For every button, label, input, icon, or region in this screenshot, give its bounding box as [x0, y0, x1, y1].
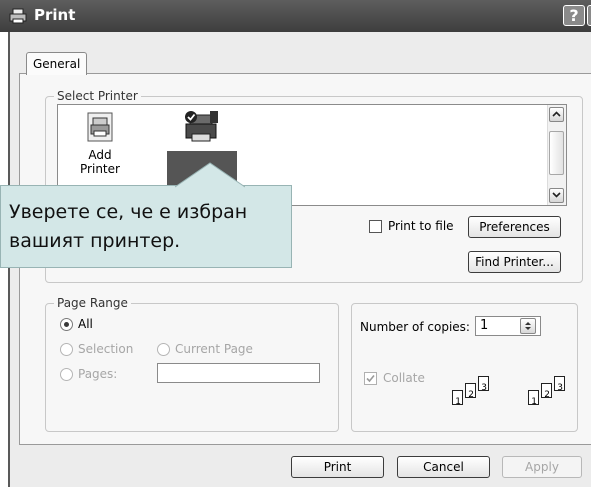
select-printer-legend: Select Printer	[54, 89, 141, 103]
default-printer-icon	[185, 111, 218, 142]
current-page-label: Current Page	[175, 342, 253, 356]
collate-checkbox[interactable]	[364, 372, 377, 385]
preferences-button[interactable]: Preferences	[468, 216, 561, 238]
number-of-copies-label: Number of copies:	[360, 320, 470, 334]
add-printer-item[interactable]: Add Printer	[68, 111, 132, 176]
apply-button[interactable]: Apply	[502, 456, 582, 478]
all-radio[interactable]	[60, 318, 73, 331]
title-bar[interactable]: Print ? X	[0, 0, 591, 32]
selection-label: Selection	[78, 342, 134, 356]
collate-page-2: 2	[465, 383, 476, 400]
scroll-up-button[interactable]	[549, 107, 564, 122]
page-range-legend: Page Range	[54, 296, 131, 310]
tooltip-arrow	[175, 162, 245, 188]
scroll-down-button[interactable]	[549, 188, 564, 203]
pages-input[interactable]	[157, 363, 320, 383]
tooltip-text-line2: вашият принтер.	[9, 230, 181, 252]
tooltip-text-line1: Уверете се, че е избран	[9, 201, 248, 223]
collate-page-1b: 1	[528, 390, 539, 407]
collate-page-1: 1	[452, 390, 463, 407]
window-title: Print	[34, 6, 76, 24]
selection-radio[interactable]	[60, 343, 73, 356]
printer-icon	[9, 8, 27, 24]
collate-page-3: 3	[478, 376, 489, 393]
add-printer-label: Add Printer	[80, 148, 120, 176]
tab-general[interactable]: General	[26, 52, 88, 75]
copies-stepper[interactable]	[520, 318, 536, 334]
help-button[interactable]: ?	[563, 5, 585, 26]
all-label: All	[78, 317, 93, 331]
find-printer-button[interactable]: Find Printer...	[468, 251, 561, 273]
print-button[interactable]: Print	[291, 456, 384, 478]
current-page-radio[interactable]	[157, 343, 170, 356]
cancel-button[interactable]: Cancel	[397, 456, 490, 478]
collate-page-3b: 3	[554, 376, 565, 393]
print-to-file-checkbox[interactable]	[369, 220, 382, 233]
printer-list-scrollbar[interactable]	[547, 105, 566, 205]
tooltip-callout: Уверете се, че е избран вашият принтер.	[0, 185, 292, 268]
add-printer-icon	[87, 112, 113, 142]
checkmark-icon	[366, 374, 375, 383]
scroll-thumb[interactable]	[549, 131, 564, 175]
close-button[interactable]: X	[587, 5, 591, 26]
collate-label: Collate	[383, 371, 425, 385]
radio-dot	[64, 322, 69, 327]
pages-label: Pages:	[78, 367, 118, 381]
collate-page-2b: 2	[541, 383, 552, 400]
print-to-file-label: Print to file	[388, 219, 454, 233]
print-dialog: Print ? X General Select Printer Add Pri…	[0, 0, 591, 487]
stepper-arrows-icon	[525, 322, 531, 330]
chevron-down-icon	[552, 192, 561, 198]
printer-item-selected[interactable]	[168, 109, 236, 150]
pages-radio[interactable]	[60, 368, 73, 381]
chevron-up-icon	[552, 111, 561, 117]
